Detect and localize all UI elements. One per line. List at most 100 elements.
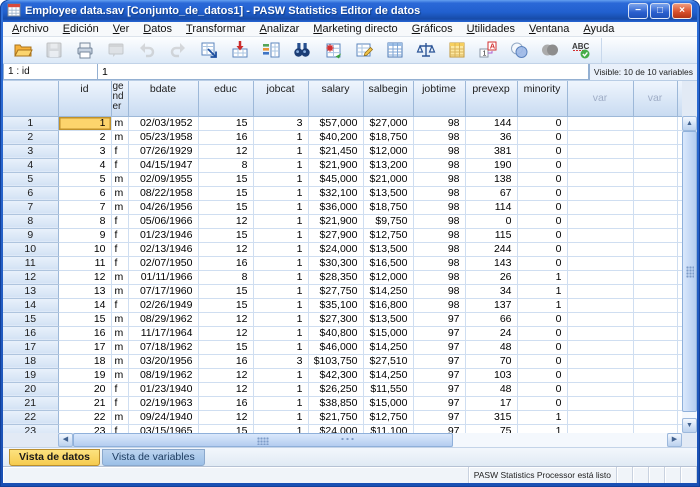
cell-jobtime-row16[interactable]: 97 [413,326,465,340]
cell-var2-row21[interactable] [633,396,677,410]
cell-minority-row2[interactable]: 0 [517,130,567,144]
cell-prevexp-row13[interactable]: 34 [465,284,517,298]
row-header[interactable]: 13 [3,284,58,298]
cell-var2-row18[interactable] [633,354,677,368]
cell-jobcat-row2[interactable]: 1 [253,130,308,144]
cell-jobcat-row18[interactable]: 3 [253,354,308,368]
cell-salary-row21[interactable]: $38,850 [308,396,363,410]
value-labels-icon[interactable]: 1A [476,39,500,61]
cell-id-row10[interactable]: 10 [58,242,111,256]
cell-minority-row5[interactable]: 0 [517,172,567,186]
cell-salary-row7[interactable]: $36,000 [308,200,363,214]
cell-var2-row5[interactable] [633,172,677,186]
menu-ventana[interactable]: Ventana [522,22,576,37]
cell-id-row11[interactable]: 11 [58,256,111,270]
row-header[interactable]: 4 [3,158,58,172]
cell-salary-row4[interactable]: $21,900 [308,158,363,172]
cell-salbegin-row22[interactable]: $12,750 [363,410,413,424]
cell-jobcat-row20[interactable]: 1 [253,382,308,396]
cell-jobtime-row22[interactable]: 97 [413,410,465,424]
cell-salbegin-row10[interactable]: $13,500 [363,242,413,256]
cell-bdate-row8[interactable]: 05/06/1966 [128,214,198,228]
cell-id-row20[interactable]: 20 [58,382,111,396]
cell-id-row19[interactable]: 19 [58,368,111,382]
cell-salary-row1[interactable]: $57,000 [308,116,363,130]
cell-jobcat-row15[interactable]: 1 [253,312,308,326]
row-header[interactable]: 19 [3,368,58,382]
cell-jobtime-row3[interactable]: 98 [413,144,465,158]
row-header[interactable]: 20 [3,382,58,396]
cell-minority-row12[interactable]: 1 [517,270,567,284]
cell-jobtime-row23[interactable]: 97 [413,424,465,433]
cell-salary-row12[interactable]: $28,350 [308,270,363,284]
tab-variable-view[interactable]: Vista de variables [102,449,205,466]
cell-id-row2[interactable]: 2 [58,130,111,144]
cell-gender-row22[interactable]: m [111,410,128,424]
cell-id-row9[interactable]: 9 [58,228,111,242]
cell-jobtime-row9[interactable]: 98 [413,228,465,242]
scroll-up-button[interactable]: ▲ [682,116,697,131]
column-header-id[interactable]: id [58,81,111,116]
cell-salary-row18[interactable]: $103,750 [308,354,363,368]
cell-bdate-row2[interactable]: 05/23/1958 [128,130,198,144]
insert-cases-icon[interactable] [321,39,345,61]
cell-id-row21[interactable]: 21 [58,396,111,410]
cell-var2-row7[interactable] [633,200,677,214]
find-icon[interactable] [290,39,314,61]
cell-prevexp-row23[interactable]: 75 [465,424,517,433]
cell-jobcat-row13[interactable]: 1 [253,284,308,298]
cell-minority-row21[interactable]: 0 [517,396,567,410]
cell-bdate-row9[interactable]: 01/23/1946 [128,228,198,242]
column-header-jobcat[interactable]: jobcat [253,81,308,116]
cell-prevexp-row20[interactable]: 48 [465,382,517,396]
cell-salbegin-row3[interactable]: $12,000 [363,144,413,158]
row-header[interactable]: 18 [3,354,58,368]
cell-var1-row9[interactable] [567,228,633,242]
cell-bdate-row12[interactable]: 01/11/1966 [128,270,198,284]
cell-bdate-row22[interactable]: 09/24/1940 [128,410,198,424]
cell-gender-row1[interactable]: m [111,116,128,130]
cell-educ-row14[interactable]: 15 [198,298,253,312]
cell-educ-row4[interactable]: 8 [198,158,253,172]
row-header[interactable]: 17 [3,340,58,354]
column-header-var1[interactable]: var [567,81,633,116]
cell-id-row23[interactable]: 23 [58,424,111,433]
cell-jobtime-row13[interactable]: 98 [413,284,465,298]
cell-minority-row6[interactable]: 0 [517,186,567,200]
cell-var1-row15[interactable] [567,312,633,326]
cell-gender-row14[interactable]: f [111,298,128,312]
cell-minority-row9[interactable]: 0 [517,228,567,242]
recall-dialogs-icon[interactable] [104,39,128,61]
cell-bdate-row5[interactable]: 02/09/1955 [128,172,198,186]
cell-minority-row11[interactable]: 0 [517,256,567,270]
vertical-scrollbar[interactable]: ▲ ▼ [682,81,697,433]
cell-id-row1[interactable]: 1 [58,116,111,130]
cell-gender-row3[interactable]: f [111,144,128,158]
cell-salbegin-row23[interactable]: $11,100 [363,424,413,433]
cell-gender-row23[interactable]: f [111,424,128,433]
cell-bdate-row10[interactable]: 02/13/1946 [128,242,198,256]
cell-prevexp-row22[interactable]: 315 [465,410,517,424]
cell-educ-row15[interactable]: 12 [198,312,253,326]
cell-jobtime-row17[interactable]: 97 [413,340,465,354]
cell-salbegin-row11[interactable]: $16,500 [363,256,413,270]
cell-salary-row19[interactable]: $42,300 [308,368,363,382]
select-cases-icon[interactable] [445,39,469,61]
cell-id-row18[interactable]: 18 [58,354,111,368]
cell-salbegin-row19[interactable]: $14,250 [363,368,413,382]
cell-jobtime-row18[interactable]: 97 [413,354,465,368]
cell-gender-row21[interactable]: f [111,396,128,410]
scroll-down-button[interactable]: ▼ [682,418,697,433]
cell-gender-row8[interactable]: f [111,214,128,228]
cell-educ-row1[interactable]: 15 [198,116,253,130]
cell-jobtime-row8[interactable]: 98 [413,214,465,228]
cell-educ-row12[interactable]: 8 [198,270,253,284]
cell-prevexp-row19[interactable]: 103 [465,368,517,382]
cell-jobcat-row4[interactable]: 1 [253,158,308,172]
cell-salary-row11[interactable]: $30,300 [308,256,363,270]
cell-salbegin-row8[interactable]: $9,750 [363,214,413,228]
cell-jobcat-row10[interactable]: 1 [253,242,308,256]
close-button[interactable]: × [672,3,692,19]
cell-var1-row14[interactable] [567,298,633,312]
cell-salary-row2[interactable]: $40,200 [308,130,363,144]
